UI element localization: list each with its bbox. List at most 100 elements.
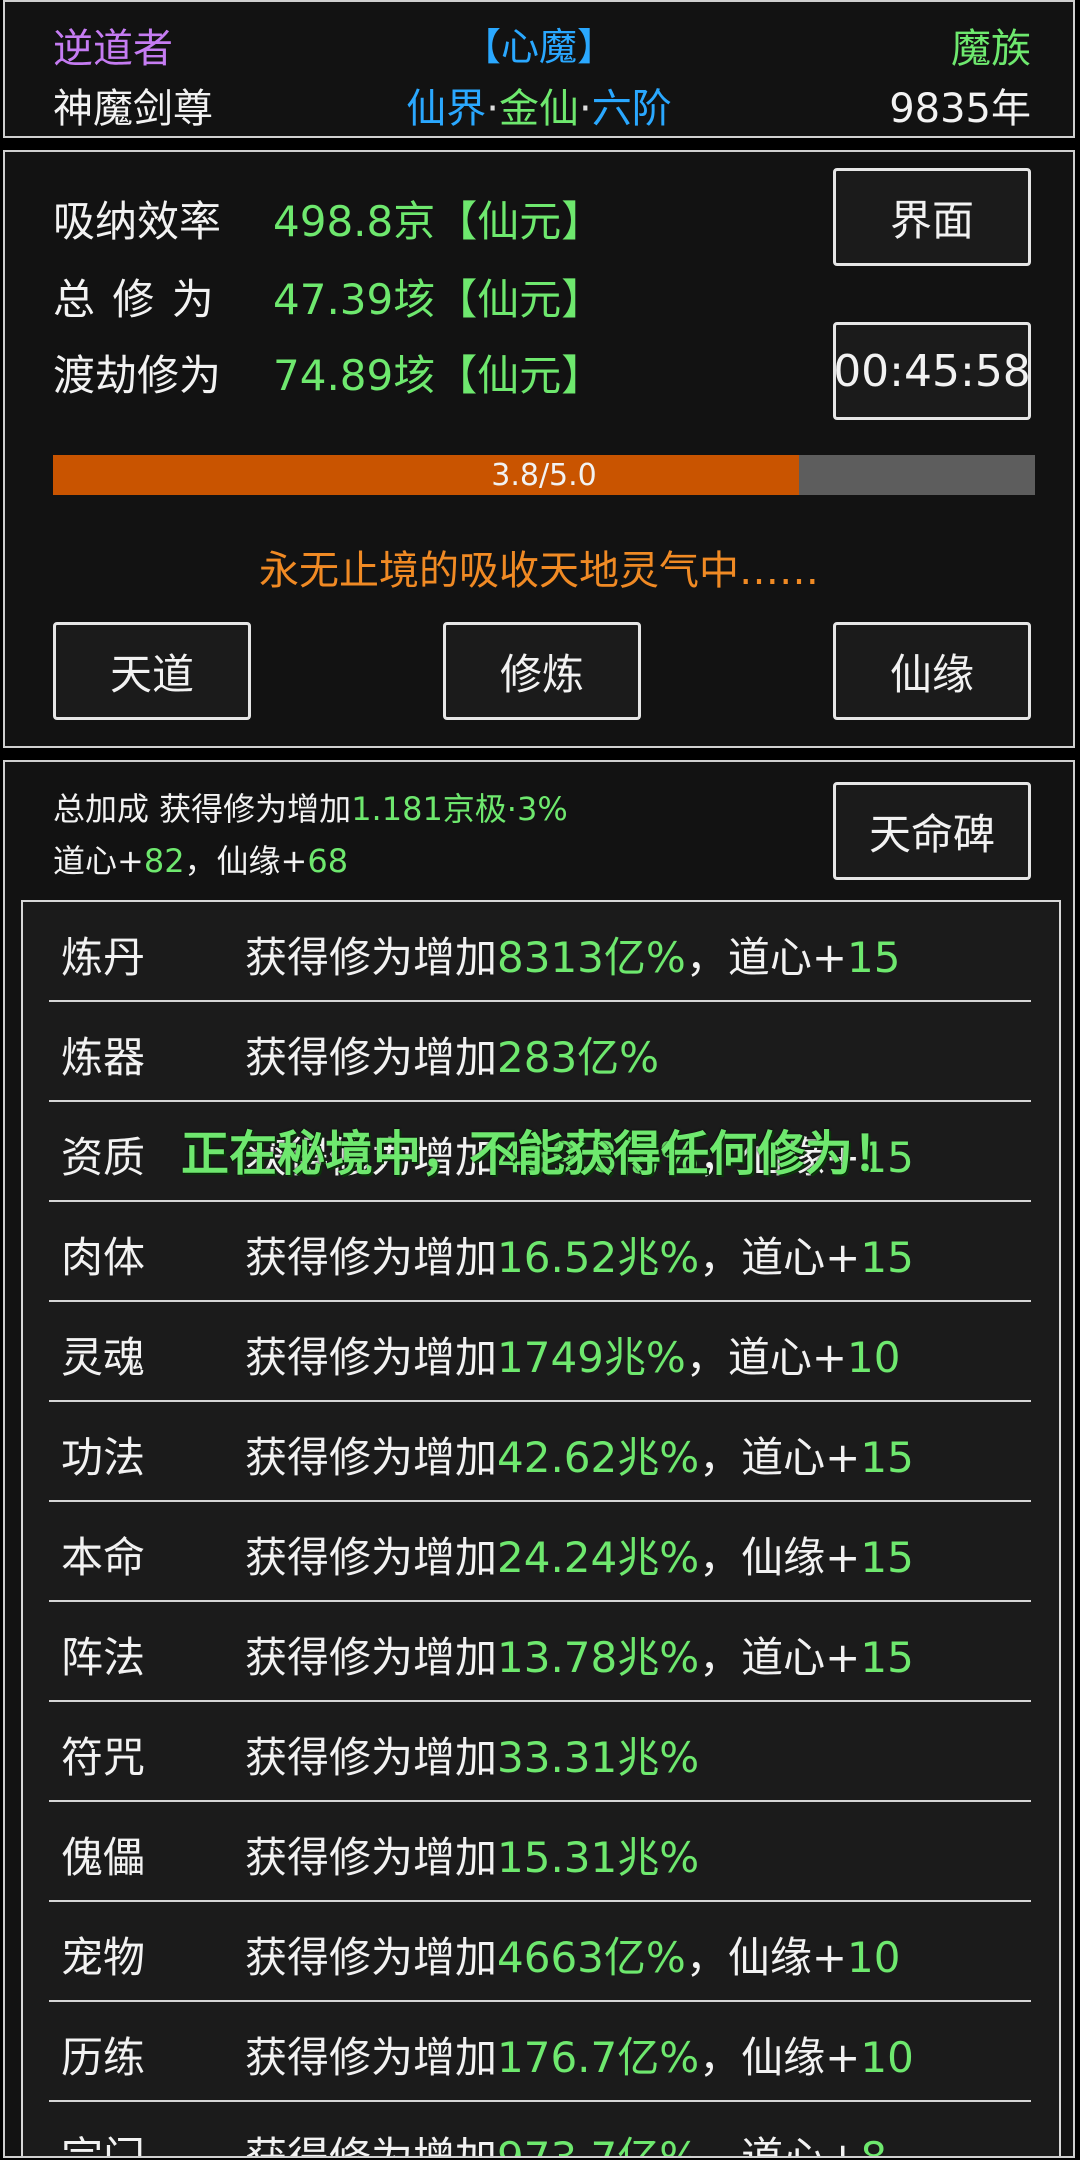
effect-value: 16.52兆% (497, 1233, 700, 1282)
character-header: 逆道者 【心魔】 魔族 神魔剑尊 仙界·金仙·六阶 9835年 (3, 0, 1075, 138)
extra-attr-value: 10 (847, 1933, 901, 1982)
list-item-name: 本命 (61, 1533, 146, 1582)
extra-attr-value: 15 (860, 1633, 914, 1682)
effect-value: 24.24兆% (497, 1533, 700, 1582)
list-item-effect: 获得修为增加4663亿%，仙缘+10 (245, 1924, 900, 1985)
tribulation-label: 渡劫修为 (53, 351, 222, 400)
realm-sep-1: · (486, 86, 499, 132)
destiny-stele-button[interactable]: 天命碑 (833, 782, 1031, 880)
extra-attr-value: 15 (860, 1233, 914, 1282)
cultivate-button[interactable]: 修炼 (443, 622, 641, 720)
list-item-effect: 获得修为增加1749兆%，道心+10 (245, 1324, 900, 1385)
extra-attr-value: 8 (860, 2133, 888, 2158)
list-item-name: 傀儡 (61, 1833, 146, 1882)
bonus-attrs-line: 道心+82，仙缘+68 (53, 836, 348, 882)
list-item[interactable]: 灵魂 获得修为增加1749兆%，道心+10 (49, 1302, 1031, 1402)
effect-prefix: 获得修为增加 (245, 1033, 498, 1082)
effect-prefix: 获得修为增加 (245, 1433, 498, 1482)
list-item-effect: 获得修为增加973.7亿%，道心+8 (245, 2124, 888, 2158)
age-label: 9835年 (889, 86, 1031, 132)
list-item[interactable]: 肉体 获得修为增加16.52兆%，道心+15 (49, 1202, 1031, 1302)
effect-value: 973.7亿% (497, 2133, 700, 2158)
list-item-effect: 获得修为增加42.62兆%，道心+15 (245, 1424, 914, 1485)
timer-button[interactable]: 00:45:58 (833, 322, 1031, 420)
heaven-dao-button[interactable]: 天道 (53, 622, 251, 720)
list-item[interactable]: 阵法 获得修为增加13.78兆%，道心+15 (49, 1602, 1031, 1702)
progress-text: 3.8/5.0 (491, 457, 597, 493)
list-item-effect: 获得修为增加8313亿%，道心+15 (245, 924, 900, 985)
effect-value: 176.7亿% (497, 2033, 700, 2082)
list-item-name: 功法 (61, 1433, 146, 1482)
effect-prefix: 获得修为增加 (245, 1233, 498, 1282)
effect-value: 1749兆% (497, 1333, 686, 1382)
list-item[interactable]: 傀儡 获得修为增加15.31兆% (49, 1802, 1031, 1902)
extra-attr-value: 10 (860, 2033, 914, 2082)
effect-prefix: 获得修为增加 (245, 1733, 498, 1782)
list-item[interactable]: 宠物 获得修为增加4663亿%，仙缘+10 (49, 1902, 1031, 2002)
bonus-list[interactable]: 炼丹 获得修为增加8313亿%，道心+15 炼器 获得修为增加283亿% 资质 获得修为增… (21, 900, 1061, 2158)
list-item-effect: 获得修为增加33.31兆% (245, 1724, 699, 1785)
list-item-name: 炼丹 (61, 933, 146, 982)
fate-label: ，仙缘+ (184, 842, 308, 880)
effect-prefix: 获得修为增加 (245, 1833, 498, 1882)
extra-attr-label: ，道心+ (699, 1433, 861, 1482)
effect-value: 4663亿% (497, 1933, 686, 1982)
list-item-name: 肉体 (61, 1233, 146, 1282)
total-value: 47.39垓【仙元】 (273, 275, 604, 324)
total-bonus-line: 总加成 获得修为增加1.181京极·3% (53, 784, 568, 830)
effect-prefix: 获得修为增加 (245, 1533, 498, 1582)
list-item-name: 宠物 (61, 1933, 146, 1982)
list-item-effect: 获得修为增加13.78兆%，道心+15 (245, 1624, 914, 1685)
effect-prefix: 获得修为增加 (245, 1633, 498, 1682)
list-item-name: 历练 (61, 2033, 146, 2082)
list-item-name: 阵法 (61, 1633, 146, 1682)
effect-prefix: 获得修为增加 (245, 1933, 498, 1982)
cultivation-panel: 吸纳效率 498.8京【仙元】 总 修 为 47.39垓【仙元】 渡劫修为 74… (3, 150, 1075, 748)
effect-value: 42.62兆% (497, 1433, 700, 1482)
interface-button[interactable]: 界面 (833, 168, 1031, 266)
list-item-name: 宗门 (61, 2133, 146, 2158)
fate-button[interactable]: 仙缘 (833, 622, 1031, 720)
fate-value: 68 (307, 842, 349, 880)
list-item[interactable]: 宗门 获得修为增加973.7亿%，道心+8 (49, 2102, 1031, 2158)
list-item-effect: 获得修为增加24.24兆%，仙缘+15 (245, 1524, 914, 1585)
status-message: 永无止境的吸收天地灵气中…… (259, 548, 819, 594)
list-item-effect: 获得修为增加15.31兆% (245, 1824, 699, 1885)
absorb-value: 498.8京【仙元】 (273, 197, 604, 246)
dao-heart-label: 道心+ (53, 842, 144, 880)
list-item[interactable]: 炼器 获得修为增加283亿% (49, 1002, 1031, 1102)
dao-heart-value: 82 (143, 842, 185, 880)
extra-attr-label: ，道心+ (685, 1333, 848, 1382)
list-item-name: 符咒 (61, 1733, 146, 1782)
effect-value: 283亿% (497, 1033, 660, 1082)
effect-value: 8313亿% (497, 933, 686, 982)
effect-prefix: 获得修为增加 (245, 1333, 498, 1382)
status-tag: 【心魔】 (462, 25, 615, 69)
list-item-effect: 获得修为增加16.52兆%，道心+15 (245, 1224, 914, 1285)
tribulation-value: 74.89垓【仙元】 (273, 351, 604, 400)
extra-attr-value: 15 (847, 933, 901, 982)
effect-prefix: 获得修为增加 (245, 2133, 498, 2158)
absorb-label: 吸纳效率 (53, 197, 222, 246)
extra-attr-label: ，道心+ (685, 933, 848, 982)
effect-value: 13.78兆% (497, 1633, 700, 1682)
extra-attr-label: ，道心+ (699, 1233, 861, 1282)
list-item[interactable]: 本命 获得修为增加24.24兆%，仙缘+15 (49, 1502, 1031, 1602)
secret-realm-warning: 正在秘境中，不能获得任何修为！ (180, 1126, 901, 1182)
extra-attr-label: ，仙缘+ (685, 1933, 848, 1982)
effect-prefix: 获得修为增加 (245, 933, 498, 982)
list-item[interactable]: 历练 获得修为增加176.7亿%，仙缘+10 (49, 2002, 1031, 2102)
effect-value: 15.31兆% (497, 1833, 700, 1882)
extra-attr-value: 15 (860, 1533, 914, 1582)
realm-sep-2: · (579, 86, 592, 132)
list-item-name: 炼器 (61, 1033, 146, 1082)
extra-attr-value: 15 (860, 1433, 914, 1482)
extra-attr-value: 10 (847, 1333, 901, 1382)
list-item[interactable]: 功法 获得修为增加42.62兆%，道心+15 (49, 1402, 1031, 1502)
list-item[interactable]: 符咒 获得修为增加33.31兆% (49, 1702, 1031, 1802)
list-item[interactable]: 炼丹 获得修为增加8313亿%，道心+15 (49, 902, 1031, 1002)
race-label: 魔族 (951, 26, 1031, 72)
extra-attr-label: ，道心+ (699, 2133, 861, 2158)
total-bonus-value: 1.181京极·3% (351, 790, 568, 828)
list-item-effect: 获得修为增加283亿% (245, 1024, 659, 1085)
